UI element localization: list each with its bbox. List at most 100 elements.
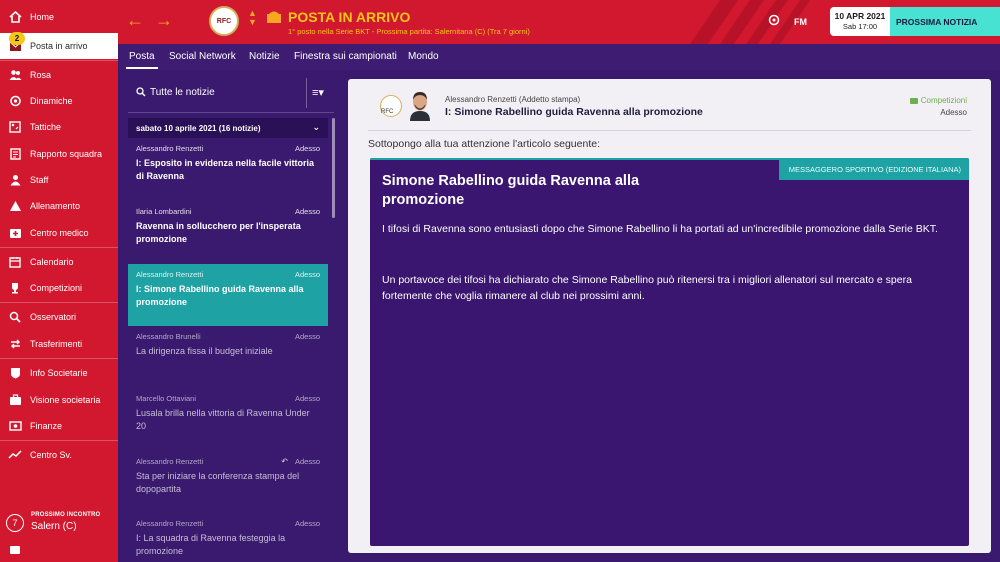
sidebar-item-scouting[interactable]: Osservatori <box>0 304 118 330</box>
sidebar-item-squad[interactable]: Rosa <box>0 62 118 88</box>
message-time: Adesso <box>294 394 320 403</box>
reply-arrow-icon: ↶ <box>281 457 288 466</box>
filter-label: Tutte le notizie <box>150 87 215 98</box>
sidebar-item-label: Calendario <box>30 257 74 267</box>
sidebar-item-team-report[interactable]: Rapporto squadra <box>0 141 118 167</box>
sidebar-item-medical-centre[interactable]: Centro medico <box>0 220 118 246</box>
forward-arrow-icon[interactable]: → <box>155 10 173 31</box>
fm-menu-button[interactable]: FM <box>794 17 807 27</box>
scouting-icon <box>0 311 30 323</box>
tab-inbox[interactable]: Posta <box>126 51 158 69</box>
sidebar: Home Posta in arrivo 2 Rosa Dinamiche Ta… <box>0 0 118 562</box>
divider <box>306 78 307 108</box>
message-subject: La dirigenza fissa il budget iniziale <box>136 346 273 356</box>
sidebar-item-label: Centro medico <box>30 228 89 238</box>
message-reading-pane: RFC Alessandro Renzetti (Addetto stampa)… <box>348 79 991 553</box>
sidebar-item-dynamics[interactable]: Dinamiche <box>0 88 118 114</box>
sidebar-item-club-vision[interactable]: Visione societaria <box>0 387 118 413</box>
training-icon <box>0 200 30 212</box>
back-arrow-icon[interactable]: ← <box>126 10 144 31</box>
sidebar-item-label: Competizioni <box>30 283 83 293</box>
list-item[interactable]: Alessandro Renzetti Adesso ↶ Sta per ini… <box>128 451 328 513</box>
message-time: Adesso <box>294 332 320 341</box>
message-filter[interactable]: Tutte le notizie ≡▾ <box>128 78 334 108</box>
dynamics-icon <box>0 95 30 107</box>
sidebar-item-staff[interactable]: Staff <box>0 167 118 193</box>
club-info-icon <box>0 367 30 379</box>
list-item-selected[interactable]: Alessandro Renzetti Adesso I: Simone Rab… <box>128 264 328 326</box>
article-headline: Simone Rabellino guida Ravenna alla prom… <box>382 173 640 208</box>
sidebar-item-calendar[interactable]: Calendario <box>0 249 118 275</box>
sidebar-item-label: Centro Sv. <box>30 450 72 460</box>
article-source: MESSAGGERO SPORTIVO (EDIZIONE ITALIANA) <box>778 158 969 180</box>
tab-world[interactable]: Mondo <box>408 51 439 62</box>
sidebar-item-finances[interactable]: Finanze <box>0 413 118 439</box>
message-subject: Sta per iniziare la conferenza stampa de… <box>136 471 300 494</box>
chevron-down-icon: ⌄ <box>312 122 320 132</box>
tab-social-network[interactable]: Social Network <box>169 51 236 62</box>
medical-icon <box>0 227 30 239</box>
sidebar-item-transfers[interactable]: Trasferimenti <box>0 331 118 357</box>
list-item[interactable]: Ilaria Lombardini Adesso Ravenna in soll… <box>128 201 328 263</box>
sidebar-item-label: Rosa <box>30 70 52 80</box>
settings-icon[interactable] <box>768 14 780 29</box>
sidebar-item-label: Osservatori <box>30 312 77 322</box>
list-item[interactable]: Marcello Ottaviani Adesso Lusala brilla … <box>128 388 328 450</box>
finances-icon <box>0 420 30 432</box>
date-group-header[interactable]: sabato 10 aprile 2021 (16 notizie) ⌄ <box>128 118 328 138</box>
message-time: Adesso <box>294 270 320 279</box>
sidebar-item-label: Home <box>30 12 55 22</box>
next-match-number: 7 <box>6 514 24 532</box>
report-icon <box>0 148 30 160</box>
message-sender: Alessandro Renzetti <box>136 270 204 279</box>
divider <box>0 302 118 303</box>
news-article: MESSAGGERO SPORTIVO (EDIZIONE ITALIANA) … <box>370 158 969 546</box>
sidebar-item-home[interactable]: Home <box>0 4 118 30</box>
sidebar-item-label: Finanze <box>30 421 63 431</box>
sidebar-item-training[interactable]: Allenamento <box>0 193 118 219</box>
message-sender: Marcello Ottaviani <box>136 394 197 403</box>
chevron-updown-icon[interactable]: ▲ ▼ <box>248 9 257 27</box>
message-time: Adesso <box>294 457 320 466</box>
transfers-icon <box>0 338 30 350</box>
tab-news[interactable]: Notizie <box>249 51 280 62</box>
message-sender: Ilaria Lombardini <box>136 207 192 216</box>
list-options-icon[interactable]: ≡▾ <box>312 86 324 99</box>
message-category-label: Competizioni <box>920 96 967 105</box>
trophy-icon <box>0 282 30 294</box>
club-logo[interactable]: RFC <box>209 6 239 36</box>
continue-button[interactable]: PROSSIMA NOTIZIA <box>890 7 1000 36</box>
next-match-widget[interactable]: 7 PROSSIMO INCONTRO Salern (C) <box>0 506 118 538</box>
sidebar-item-dev-centre[interactable]: Centro Sv. <box>0 442 118 468</box>
screen-toggle-icon[interactable] <box>10 546 20 554</box>
sidebar-item-tactics[interactable]: Tattiche <box>0 114 118 140</box>
list-scrollbar[interactable] <box>332 118 335 218</box>
sidebar-item-label: Posta in arrivo <box>30 41 88 51</box>
message-title: I: Simone Rabellino guida Ravenna alla p… <box>445 106 703 118</box>
divider <box>0 358 118 359</box>
list-item[interactable]: Alessandro Renzetti Adesso I: La squadra… <box>128 513 328 562</box>
sender-name[interactable]: Alessandro Renzetti (Addetto stampa) <box>445 95 580 104</box>
divider <box>368 130 971 131</box>
list-item[interactable]: Alessandro Brunelli Adesso La dirigenza … <box>128 326 328 388</box>
header-stripes-decoration <box>690 0 810 44</box>
tag-icon <box>909 97 918 104</box>
message-intro: Sottopongo alla tua attenzione l'articol… <box>368 138 601 150</box>
current-date: 10 APR 2021 <box>834 11 886 21</box>
message-category[interactable]: Competizioni <box>909 96 967 105</box>
next-match-opponent: Salern (C) <box>31 521 77 532</box>
date-display[interactable]: 10 APR 2021 Sab 17:00 <box>830 7 890 36</box>
page-title: POSTA IN ARRIVO <box>288 9 411 25</box>
next-match-label: PROSSIMO INCONTRO <box>31 512 101 518</box>
sender-avatar[interactable] <box>406 89 434 121</box>
list-item[interactable]: Alessandro Renzetti Adesso I: Esposito i… <box>128 138 328 200</box>
tab-league-window[interactable]: Finestra sui campionati <box>294 51 397 62</box>
message-time: Adesso <box>294 207 320 216</box>
message-subject: I: Simone Rabellino guida Ravenna alla p… <box>136 284 304 307</box>
sidebar-item-competitions[interactable]: Competizioni <box>0 275 118 301</box>
date-group-label: sabato 10 aprile 2021 (16 notizie) <box>136 123 261 133</box>
sidebar-item-club-info[interactable]: Info Societarie <box>0 360 118 386</box>
message-time: Adesso <box>294 519 320 528</box>
search-icon <box>136 87 146 100</box>
message-subject: Ravenna in sollucchero per l'insperata p… <box>136 221 301 244</box>
